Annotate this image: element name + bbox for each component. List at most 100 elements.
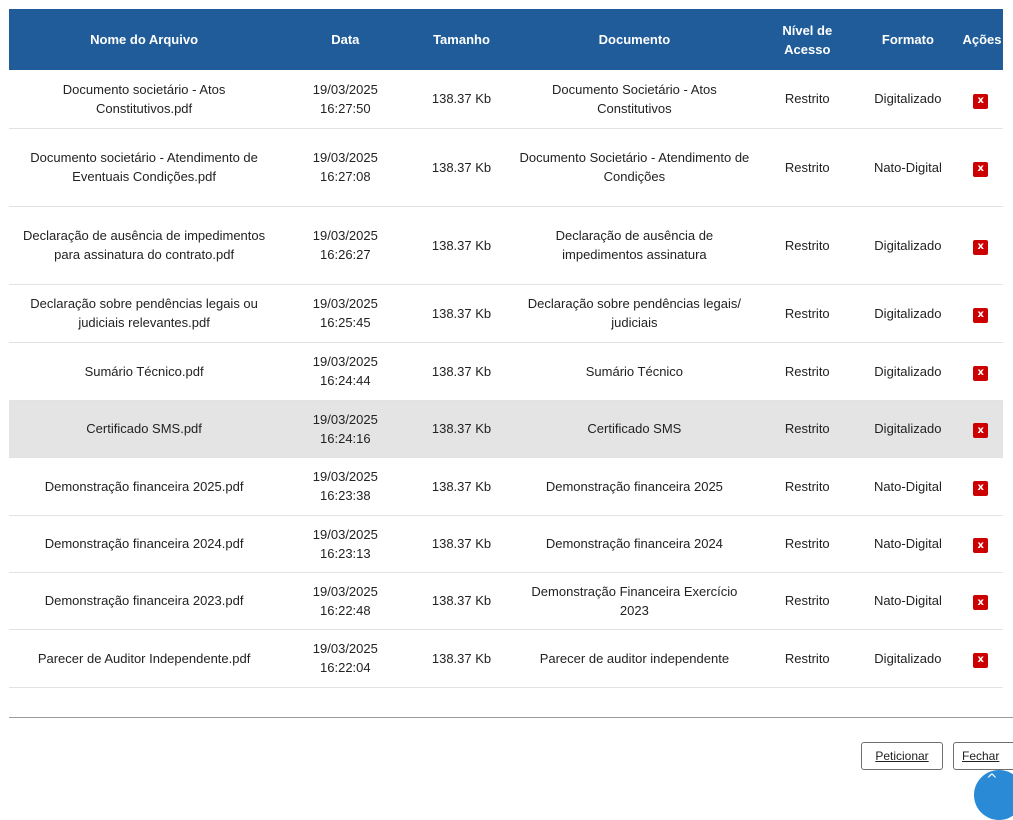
table-row[interactable]: Declaração de ausência de impedimentos p… [9, 206, 1003, 285]
peticionar-button[interactable]: Peticionar [861, 742, 943, 770]
close-icon[interactable]: x [973, 307, 989, 323]
cell-tamanho: 138.37 Kb [411, 284, 512, 343]
cell-documento: Declaração de ausência de impedimentos a… [511, 206, 758, 285]
table-row[interactable]: Demonstração financeira 2025.pdf 19/03/2… [9, 457, 1003, 516]
close-icon[interactable]: x [973, 93, 989, 109]
table-row[interactable]: Declaração sobre pendências legais ou ju… [9, 284, 1003, 343]
cell-nivel: Restrito [757, 342, 858, 401]
cell-tamanho: 138.37 Kb [411, 342, 512, 401]
cell-nome: Parecer de Auditor Independente.pdf [9, 629, 280, 688]
cell-time: 16:27:50 [320, 100, 371, 116]
cell-formato: Digitalizado [857, 284, 959, 343]
documents-table-container: Nome do Arquivo Data Tamanho Documento N… [9, 9, 1003, 688]
close-icon[interactable]: x [973, 239, 989, 255]
cell-tamanho: 138.37 Kb [411, 515, 512, 573]
table-row[interactable]: Documento societário - Atos Constitutivo… [9, 70, 1003, 129]
cell-documento: Demonstração financeira 2024 [511, 515, 758, 573]
header-acoes: Ações [958, 9, 1003, 70]
cell-acoes: x [958, 515, 1003, 573]
scroll-to-top-button[interactable]: ^ [974, 770, 1013, 820]
cell-tamanho: 138.37 Kb [411, 629, 512, 688]
cell-tamanho: 138.37 Kb [411, 572, 512, 630]
header-formato[interactable]: Formato [857, 9, 959, 70]
cell-acoes: x [958, 400, 1003, 458]
cell-date: 19/03/2025 [312, 150, 378, 165]
cell-formato: Nato-Digital [857, 515, 959, 573]
cell-time: 16:22:48 [320, 602, 371, 618]
table-row[interactable]: Sumário Técnico.pdf 19/03/2025 16:24:44 1… [9, 342, 1003, 401]
cell-date: 19/03/2025 [312, 81, 378, 97]
cell-documento: Declaração sobre pendências legais/ judi… [511, 284, 758, 343]
header-nivel[interactable]: Nível de Acesso [757, 9, 858, 70]
cell-nome: Demonstração financeira 2024.pdf [9, 515, 280, 573]
cell-acoes: x [958, 70, 1003, 129]
cell-date: 19/03/2025 [312, 354, 378, 369]
documents-table: Nome do Arquivo Data Tamanho Documento N… [9, 9, 1003, 688]
cell-acoes: x [958, 128, 1003, 207]
close-icon[interactable]: x [973, 423, 989, 439]
cell-formato: Nato-Digital [857, 457, 959, 516]
cell-documento: Documento Societário - Atendimento de Co… [511, 128, 758, 207]
close-icon[interactable]: x [973, 538, 989, 554]
cell-time: 16:26:27 [320, 247, 371, 262]
cell-documento: Parecer de auditor independente [511, 629, 758, 688]
cell-nome: Demonstração financeira 2025.pdf [9, 457, 280, 516]
cell-time: 16:24:44 [320, 373, 371, 388]
cell-tamanho: 138.37 Kb [411, 206, 512, 285]
cell-acoes: x [958, 206, 1003, 285]
cell-data: 19/03/2025 16:23:13 [279, 515, 412, 573]
table-row[interactable]: Documento societário - Atendimento de Ev… [9, 128, 1003, 207]
cell-nivel: Restrito [757, 515, 858, 573]
header-nivel-line2: Acesso [784, 41, 831, 57]
cell-documento: Certificado SMS [511, 400, 758, 458]
cell-nivel: Restrito [757, 457, 858, 516]
cell-nome: Certificado SMS.pdf [9, 400, 280, 458]
arrow-up-icon: ^ [986, 772, 998, 788]
cell-data: 19/03/2025 16:22:48 [279, 572, 412, 630]
close-icon[interactable]: x [973, 652, 989, 668]
cell-formato: Nato-Digital [857, 572, 959, 630]
cell-nome: Documento societário - Atendimento de Ev… [9, 128, 280, 207]
cell-date: 19/03/2025 [312, 641, 378, 656]
close-icon[interactable]: x [973, 480, 989, 496]
cell-nome: Demonstração financeira 2023.pdf [9, 572, 280, 630]
cell-data: 19/03/2025 16:23:38 [279, 457, 412, 516]
cell-time: 16:23:38 [320, 488, 371, 503]
header-nivel-line1: Nível de [782, 22, 833, 38]
cell-acoes: x [958, 284, 1003, 343]
table-row[interactable]: Demonstração financeira 2024.pdf 19/03/2… [9, 515, 1003, 573]
cell-nome: Declaração de ausência de impedimentos p… [9, 206, 280, 285]
table-row-selected[interactable]: Certificado SMS.pdf 19/03/2025 16:24:16 1… [9, 400, 1003, 458]
header-nome[interactable]: Nome do Arquivo [9, 9, 280, 70]
cell-documento: Documento Societário - Atos Constitutivo… [511, 70, 758, 129]
cell-time: 16:27:08 [320, 169, 371, 184]
cell-data: 19/03/2025 16:27:50 [279, 70, 412, 129]
header-tamanho[interactable]: Tamanho [411, 9, 512, 70]
cell-tamanho: 138.37 Kb [411, 457, 512, 516]
fechar-button[interactable]: Fechar [953, 742, 1013, 770]
cell-date: 19/03/2025 [312, 583, 378, 599]
table-row[interactable]: Demonstração financeira 2023.pdf 19/03/2… [9, 572, 1003, 630]
header-documento[interactable]: Documento [511, 9, 758, 70]
close-icon[interactable]: x [973, 365, 989, 381]
close-icon[interactable]: x [973, 161, 989, 177]
table-body: Documento societário - Atos Constitutivo… [9, 70, 1003, 688]
cell-nivel: Restrito [757, 284, 858, 343]
close-icon[interactable]: x [973, 595, 989, 611]
cell-time: 16:22:04 [320, 660, 371, 675]
cell-tamanho: 138.37 Kb [411, 70, 512, 129]
cell-nivel: Restrito [757, 128, 858, 207]
cell-nivel: Restrito [757, 629, 858, 688]
header-row: Nome do Arquivo Data Tamanho Documento N… [9, 9, 1003, 70]
cell-data: 19/03/2025 16:24:16 [279, 400, 412, 458]
cell-formato: Digitalizado [857, 70, 959, 129]
cell-documento: Demonstração Financeira Exercício 2023 [511, 572, 758, 630]
cell-nivel: Restrito [757, 206, 858, 285]
cell-date: 19/03/2025 [312, 296, 378, 311]
cell-data: 19/03/2025 16:26:27 [279, 206, 412, 285]
header-data[interactable]: Data [279, 9, 412, 70]
cell-date: 19/03/2025 [312, 526, 378, 542]
cell-time: 16:24:16 [320, 430, 371, 446]
table-row[interactable]: Parecer de Auditor Independente.pdf 19/0… [9, 629, 1003, 688]
cell-formato: Digitalizado [857, 206, 959, 285]
